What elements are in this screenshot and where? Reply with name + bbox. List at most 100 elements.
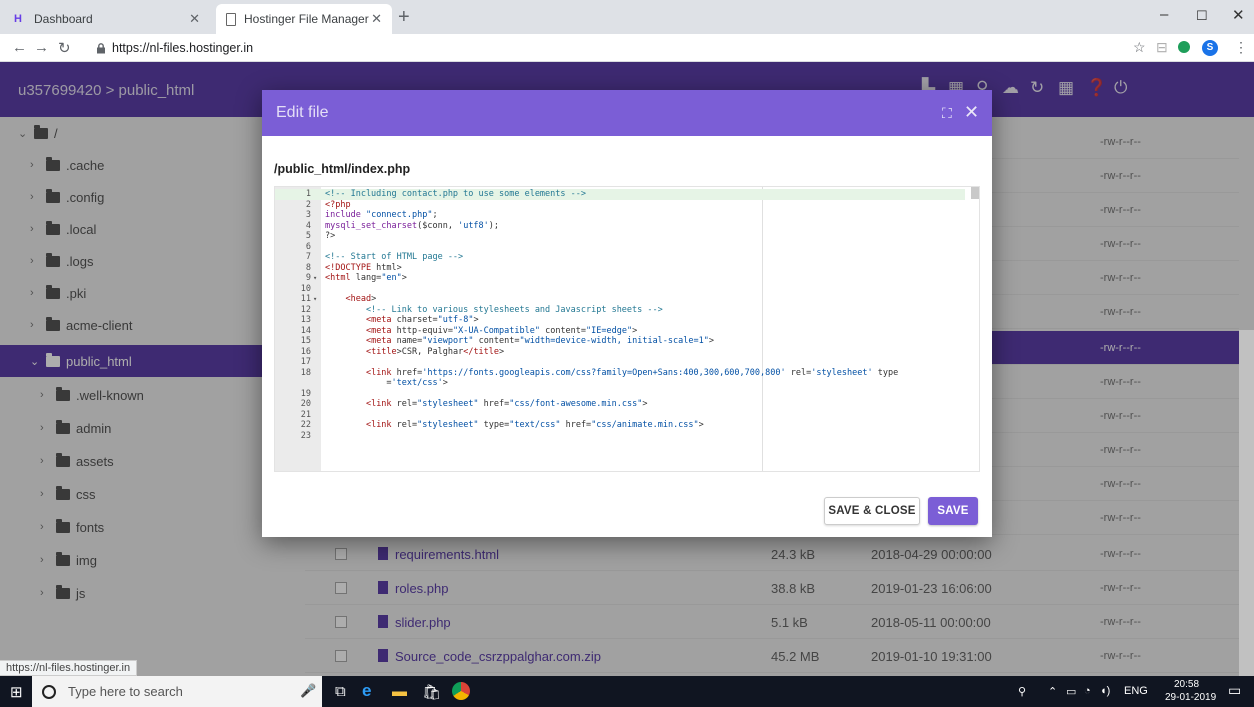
- code-line[interactable]: 20 <link rel="stylesheet" href="css/font…: [275, 399, 965, 410]
- editor-scrollbar[interactable]: [971, 187, 979, 199]
- line-number: 9: [305, 273, 311, 283]
- code-text: <!-- Including contact.php to use some e…: [325, 189, 586, 199]
- code-line[interactable]: 5 ?>: [275, 231, 965, 242]
- page-scrollbar[interactable]: [1239, 330, 1254, 676]
- line-number: 4: [305, 220, 311, 231]
- code-text: <head>: [345, 294, 377, 304]
- minimize-icon[interactable]: –: [1160, 6, 1168, 23]
- address-bar-row: ← → ↻ https://nl-files.hostinger.in ☆ ⊟ …: [0, 34, 1254, 62]
- line-number: 17: [300, 357, 311, 367]
- bookmark-star-icon[interactable]: ☆: [1133, 39, 1146, 56]
- close-window-icon[interactable]: ✕: [1232, 6, 1245, 24]
- code-line[interactable]: 10: [275, 284, 965, 295]
- code-text: <html lang="en">: [325, 273, 407, 283]
- line-number: 8: [305, 262, 311, 273]
- code-line[interactable]: 6: [275, 242, 965, 253]
- wifi-icon[interactable]: ◔: [1084, 685, 1091, 697]
- edge-browser-icon[interactable]: e: [362, 681, 371, 701]
- code-line[interactable]: 4 mysqli_set_charset($conn, 'utf8');: [275, 221, 965, 232]
- chrome-icon[interactable]: [452, 682, 470, 700]
- code-line[interactable]: 3 include "connect.php";: [275, 210, 965, 221]
- save-and-close-button[interactable]: SAVE & CLOSE: [824, 497, 920, 525]
- close-icon[interactable]: ✕: [964, 102, 979, 123]
- people-icon[interactable]: ⚲: [1018, 685, 1026, 698]
- edit-file-dialog: Edit file ⛶ ✕ /public_html/index.php 1 <!…: [262, 90, 992, 537]
- tab-title: Hostinger File Manager: [244, 12, 369, 26]
- dialog-title: Edit file: [276, 104, 329, 121]
- clock-date[interactable]: 29-01-2019: [1165, 692, 1216, 703]
- code-line[interactable]: 11 ▾ <head>: [275, 294, 965, 305]
- windows-taskbar: ⊞ Type here to search 🎤 ⧉ e ▬ 🛍 ⚲ ⌃ ▭ ◔ …: [0, 676, 1254, 707]
- line-number: 5: [305, 231, 311, 241]
- line-number: 2: [305, 199, 311, 210]
- code-text: ='text/css'>: [325, 378, 448, 388]
- clock-time[interactable]: 20:58: [1174, 679, 1199, 690]
- code-line[interactable]: 21: [275, 410, 965, 421]
- file-path: /public_html/index.php: [274, 162, 411, 176]
- back-icon[interactable]: ←: [12, 39, 27, 56]
- windows-start-icon[interactable]: ⊞: [10, 683, 23, 701]
- tab-title: Dashboard: [34, 12, 93, 26]
- menu-dots-icon[interactable]: ⋮: [1234, 39, 1248, 56]
- extension-icon[interactable]: ⊟: [1156, 39, 1168, 56]
- taskbar-search[interactable]: Type here to search: [32, 676, 322, 707]
- tray-chevron-icon[interactable]: ⌃: [1048, 685, 1057, 698]
- code-line[interactable]: 13 <meta charset="utf-8">: [275, 315, 965, 326]
- code-line[interactable]: 12 <!-- Link to various stylesheets and …: [275, 305, 965, 316]
- close-tab-icon[interactable]: ✕: [371, 11, 382, 27]
- profile-avatar[interactable]: S: [1202, 40, 1218, 56]
- code-text: <!DOCTYPE html>: [325, 262, 402, 273]
- task-view-icon[interactable]: ⧉: [335, 683, 346, 700]
- dialog-header: Edit file ⛶ ✕: [262, 90, 992, 136]
- url-field[interactable]: https://nl-files.hostinger.in: [90, 37, 1090, 59]
- code-text: <!-- Link to various stylesheets and Jav…: [325, 304, 663, 315]
- code-text: ?>: [325, 231, 336, 241]
- code-line[interactable]: 16 <title>CSR, Palghar</title>: [275, 347, 965, 358]
- line-number: 12: [300, 304, 311, 315]
- browser-tab-strip: H Dashboard ✕ Hostinger File Manager ✕ +…: [0, 0, 1254, 34]
- fold-arrow-icon[interactable]: ▾: [313, 294, 317, 305]
- microphone-icon[interactable]: 🎤: [300, 683, 316, 699]
- grammarly-icon[interactable]: [1178, 41, 1190, 53]
- code-text: mysqli_set_charset($conn, 'utf8');: [325, 220, 500, 231]
- code-line[interactable]: 7 <!-- Start of HTML page -->: [275, 252, 965, 263]
- code-line[interactable]: 8 <!DOCTYPE html>: [275, 263, 965, 274]
- lock-icon: [96, 43, 106, 54]
- code-text: <title>CSR, Palghar</title>: [365, 346, 505, 357]
- file-explorer-icon[interactable]: ▬: [392, 683, 407, 700]
- code-line[interactable]: 15 <meta name="viewport" content="width=…: [275, 336, 965, 347]
- status-bar-url: https://nl-files.hostinger.in: [0, 660, 138, 676]
- code-line[interactable]: 19: [275, 389, 965, 400]
- code-line[interactable]: 2 <?php: [275, 200, 965, 211]
- line-number: 23: [300, 430, 311, 441]
- fold-arrow-icon[interactable]: ▾: [313, 273, 317, 284]
- code-editor[interactable]: 1 <!-- Including contact.php to use some …: [274, 186, 980, 472]
- forward-icon[interactable]: →: [34, 39, 49, 56]
- tab-dashboard[interactable]: H Dashboard ✕: [0, 4, 210, 34]
- store-icon[interactable]: 🛍: [422, 683, 441, 701]
- notification-icon[interactable]: ▭: [1228, 682, 1241, 699]
- code-line[interactable]: 9 ▾ <html lang="en">: [275, 273, 965, 284]
- fullscreen-icon[interactable]: ⛶: [942, 105, 952, 122]
- save-button[interactable]: SAVE: [928, 497, 978, 525]
- battery-icon[interactable]: ▭: [1066, 685, 1076, 698]
- code-line[interactable]: 14 <meta http-equiv="X-UA-Compatible" co…: [275, 326, 965, 337]
- code-line[interactable]: 22 <link rel="stylesheet" type="text/css…: [275, 420, 965, 431]
- new-tab-button[interactable]: +: [398, 6, 410, 29]
- line-number: 18: [300, 367, 311, 378]
- line-number: 11: [300, 294, 311, 304]
- language-indicator[interactable]: ENG: [1124, 685, 1148, 697]
- reload-icon[interactable]: ↻: [58, 39, 71, 57]
- tab-file-manager[interactable]: Hostinger File Manager ✕: [216, 4, 392, 34]
- code-line[interactable]: 17: [275, 357, 965, 368]
- code-text: include "connect.php";: [325, 210, 438, 220]
- code-line[interactable]: 1 <!-- Including contact.php to use some …: [275, 189, 965, 200]
- line-number: 20: [300, 399, 311, 409]
- maximize-icon[interactable]: ☐: [1196, 8, 1208, 24]
- volume-icon[interactable]: ◖): [1100, 685, 1110, 697]
- close-tab-icon[interactable]: ✕: [189, 11, 200, 27]
- code-line[interactable]: 23: [275, 431, 965, 442]
- url-text: https://nl-files.hostinger.in: [112, 41, 254, 55]
- code-line[interactable]: 18 <link href='https://fonts.googleapis.…: [275, 368, 965, 379]
- code-line[interactable]: ='text/css'>: [275, 378, 965, 389]
